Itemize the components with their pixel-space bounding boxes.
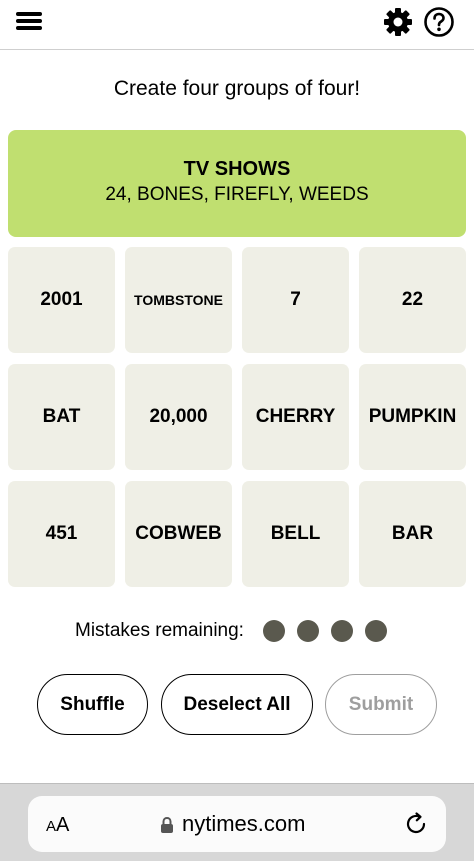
word-tile[interactable]: 451 (8, 481, 115, 587)
mistake-dot (331, 620, 353, 642)
word-tile[interactable]: 22 (359, 247, 466, 353)
mistake-dot (297, 620, 319, 642)
word-tile[interactable]: BAT (8, 364, 115, 470)
instruction-text: Create four groups of four! (113, 77, 361, 100)
word-tile[interactable]: TOMBSTONE (125, 247, 232, 353)
solved-group-title: TV SHOWS (183, 158, 291, 180)
word-tile[interactable]: BAR (359, 481, 466, 587)
mistake-dot (263, 620, 285, 642)
word-tile[interactable]: BELL (242, 481, 349, 587)
browser-toolbar: AA nytimes.com (0, 783, 474, 861)
text-size-small-a: A (46, 818, 57, 835)
text-size-big-a: A (56, 814, 70, 836)
question-circle-icon[interactable] (423, 6, 455, 38)
word-tile[interactable]: COBWEB (125, 481, 232, 587)
shuffle-button[interactable]: Shuffle (37, 674, 148, 735)
solved-group-members: 24, BONES, FIREFLY, WEEDS (105, 184, 369, 205)
word-tile[interactable]: 20,000 (125, 364, 232, 470)
hamburger-menu-icon[interactable] (14, 10, 44, 36)
submit-button[interactable]: Submit (325, 674, 437, 735)
reload-icon[interactable] (402, 810, 430, 838)
address-bar[interactable]: AA nytimes.com (28, 796, 446, 852)
mistakes-remaining-label: Mistakes remaining: (75, 620, 244, 641)
solved-group-card: TV SHOWS 24, BONES, FIREFLY, WEEDS (8, 130, 466, 237)
lock-icon (160, 816, 174, 834)
word-tile[interactable]: 2001 (8, 247, 115, 353)
url-text: nytimes.com (182, 811, 306, 836)
gear-icon[interactable] (382, 6, 414, 38)
word-tile[interactable]: 7 (242, 247, 349, 353)
connections-app: Create four groups of four! TV SHOWS 24,… (0, 0, 474, 861)
mistake-dot (365, 620, 387, 642)
text-size-button[interactable]: AA (46, 814, 69, 837)
top-bar (0, 0, 474, 50)
word-tile[interactable]: CHERRY (242, 364, 349, 470)
word-tile[interactable]: PUMPKIN (359, 364, 466, 470)
deselect-all-button[interactable]: Deselect All (161, 674, 313, 735)
